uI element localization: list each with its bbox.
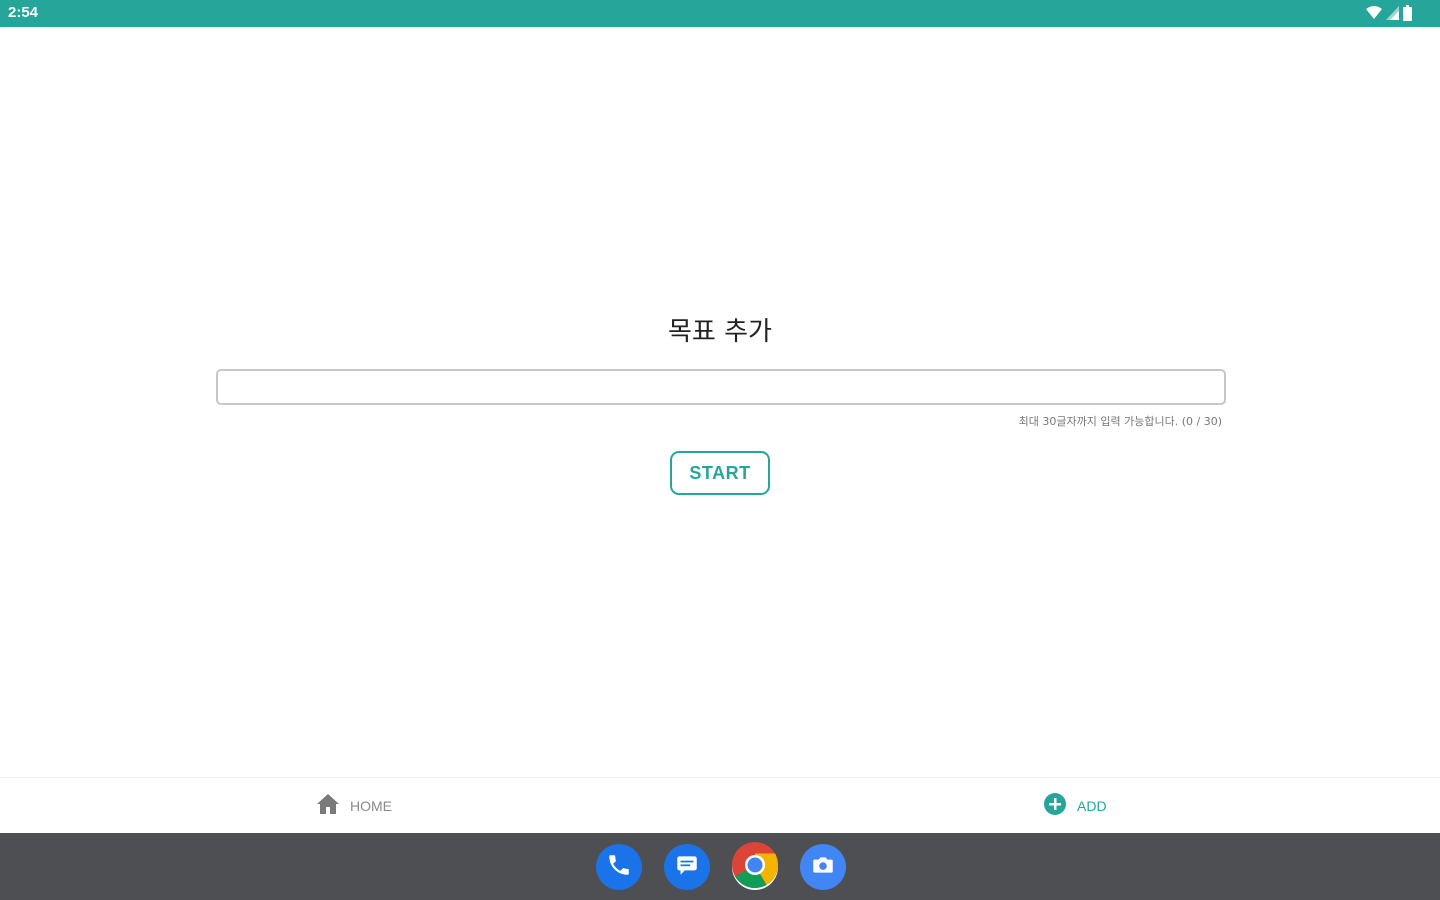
nav-home-label: HOME bbox=[350, 798, 392, 814]
nav-home[interactable]: HOME bbox=[316, 778, 392, 834]
chrome-icon bbox=[732, 842, 779, 892]
goal-input[interactable] bbox=[216, 369, 1226, 405]
status-time: 2:54 bbox=[8, 4, 39, 21]
messages-app[interactable] bbox=[664, 844, 710, 890]
character-counter: 최대 30글자까지 입력 가능합니다. (0 / 30) bbox=[1018, 415, 1222, 428]
add-circle-icon bbox=[1043, 792, 1067, 820]
start-button[interactable]: START bbox=[670, 451, 770, 495]
camera-app[interactable] bbox=[800, 844, 846, 890]
chrome-app[interactable] bbox=[732, 842, 779, 892]
home-icon bbox=[316, 793, 340, 819]
status-icons bbox=[1366, 5, 1412, 21]
wifi-icon bbox=[1366, 6, 1382, 20]
nav-add-label: ADD bbox=[1077, 798, 1107, 814]
status-bar: 2:54 bbox=[0, 0, 1440, 27]
page-title: 목표 추가 bbox=[668, 317, 772, 347]
signal-icon bbox=[1386, 6, 1399, 20]
app-dock bbox=[0, 833, 1440, 900]
phone-app[interactable] bbox=[596, 844, 642, 890]
phone-icon bbox=[606, 852, 632, 882]
main-content: 목표 추가 최대 30글자까지 입력 가능합니다. (0 / 30) START bbox=[0, 27, 1440, 777]
bottom-nav: HOME ADD bbox=[0, 777, 1440, 833]
nav-add[interactable]: ADD bbox=[1043, 778, 1107, 834]
messages-icon bbox=[674, 852, 700, 882]
camera-icon bbox=[810, 852, 836, 882]
dock-apps bbox=[596, 842, 846, 892]
battery-icon bbox=[1403, 5, 1412, 21]
